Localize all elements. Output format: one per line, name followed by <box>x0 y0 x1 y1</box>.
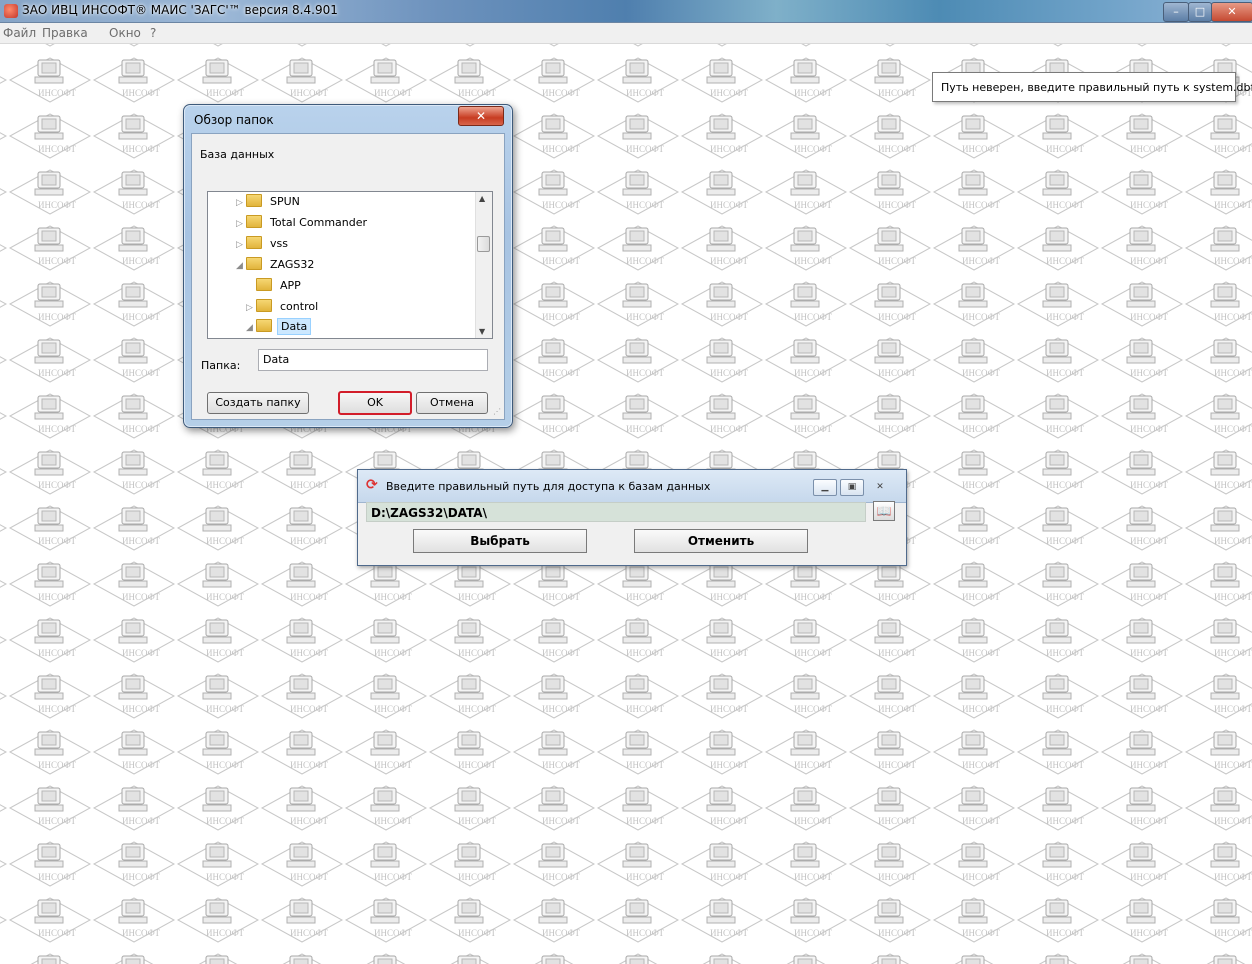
menu-edit[interactable]: Правка <box>42 26 88 40</box>
menu-window[interactable]: Окно <box>109 26 141 40</box>
menu-file[interactable]: Файл <box>3 26 36 40</box>
scroll-thumb[interactable] <box>477 236 490 252</box>
folder-icon <box>246 215 262 228</box>
collapse-arrow-icon[interactable]: ◢ <box>236 256 246 276</box>
folder-icon <box>256 319 272 332</box>
error-tooltip: Путь неверен, введите правильный путь к … <box>932 72 1252 102</box>
path-minimize-button[interactable]: ▁ <box>813 479 837 496</box>
app-logo-icon <box>4 4 18 18</box>
window-title: ЗАО ИВЦ ИНСОФТ® МАИС 'ЗАГС'™ версия 8.4.… <box>22 3 338 17</box>
browse-description: База данных <box>200 148 275 161</box>
book-icon[interactable]: 📖 <box>873 501 895 521</box>
path-maximize-button[interactable]: ▣ <box>840 479 864 496</box>
folder-label: Папка: <box>201 359 241 372</box>
path-input[interactable]: D:\ZAGS32\DATA\ <box>366 502 866 522</box>
tree-item[interactable]: ▷ vss <box>236 234 291 254</box>
path-close-button[interactable]: ✕ <box>867 479 893 496</box>
menu-bar: Файл Правка Окно ? <box>0 23 1252 44</box>
select-button[interactable]: Выбрать <box>413 529 587 553</box>
expand-arrow-icon[interactable]: ▷ <box>236 193 246 213</box>
folder-icon <box>246 236 262 249</box>
path-dialog: ⟳ Введите правильный путь для доступа к … <box>357 469 907 566</box>
maximize-button[interactable]: □ <box>1188 2 1212 22</box>
folder-tree[interactable]: ▷ SPUN ▷ Total Commander ▷ vss ◢ ZAGS32 APP … <box>207 191 493 339</box>
folder-name-input[interactable]: Data <box>258 349 488 371</box>
tree-scrollbar[interactable]: ▲ ▼ <box>475 192 492 338</box>
folder-icon <box>246 257 262 270</box>
tree-item-label[interactable]: ZAGS32 <box>267 257 317 272</box>
cancel-button[interactable]: Отмена <box>416 392 488 414</box>
ok-button[interactable]: OK <box>338 391 412 415</box>
browse-dialog-body: База данных ▷ SPUN ▷ Total Commander ▷ vss … <box>191 133 505 420</box>
title-bar: ЗАО ИВЦ ИНСОФТ® МАИС 'ЗАГС'™ версия 8.4.… <box>0 0 1252 23</box>
browse-dialog-title: Обзор папок <box>194 113 274 127</box>
tree-item[interactable]: APP <box>246 276 304 296</box>
tree-item-label[interactable]: SPUN <box>267 194 303 209</box>
tree-item[interactable]: ▷ Total Commander <box>236 213 370 233</box>
minimize-button[interactable]: – <box>1163 2 1189 22</box>
scroll-down-icon[interactable]: ▼ <box>479 327 485 336</box>
expand-arrow-icon[interactable]: ▷ <box>236 235 246 255</box>
tree-item-label[interactable]: control <box>277 299 321 314</box>
resize-grip-icon[interactable]: ⋰ <box>493 407 501 416</box>
expand-arrow-icon[interactable]: ▷ <box>246 298 256 318</box>
folder-icon <box>256 299 272 312</box>
collapse-arrow-icon[interactable]: ◢ <box>246 318 256 338</box>
path-dialog-title: Введите правильный путь для доступа к ба… <box>386 480 711 493</box>
refresh-icon: ⟳ <box>366 477 378 493</box>
browse-folders-dialog: Обзор папок ✕ База данных ▷ SPUN ▷ Total C… <box>183 104 513 428</box>
expand-arrow-icon[interactable]: ▷ <box>236 214 246 234</box>
tree-item-label[interactable]: Total Commander <box>267 215 370 230</box>
tree-item-label[interactable]: Data <box>277 318 312 335</box>
folder-icon <box>256 278 272 291</box>
tree-item-label[interactable]: vss <box>267 236 291 251</box>
close-button[interactable]: ✕ <box>1211 2 1252 22</box>
tree-item[interactable]: ▷ control <box>246 297 321 317</box>
menu-help[interactable]: ? <box>150 26 156 40</box>
tree-item[interactable]: ▷ SPUN <box>236 192 303 212</box>
scroll-up-icon[interactable]: ▲ <box>479 194 485 203</box>
new-folder-button[interactable]: Создать папку <box>207 392 309 414</box>
folder-icon <box>246 194 262 207</box>
tree-item[interactable]: ◢ ZAGS32 <box>236 255 317 275</box>
path-dialog-titlebar: ⟳ Введите правильный путь для доступа к … <box>358 470 906 503</box>
cancel-path-button[interactable]: Отменить <box>634 529 808 553</box>
browse-close-button[interactable]: ✕ <box>458 106 504 126</box>
tree-item-label[interactable]: APP <box>277 278 304 293</box>
tree-item-selected[interactable]: ◢ Data <box>246 317 312 338</box>
